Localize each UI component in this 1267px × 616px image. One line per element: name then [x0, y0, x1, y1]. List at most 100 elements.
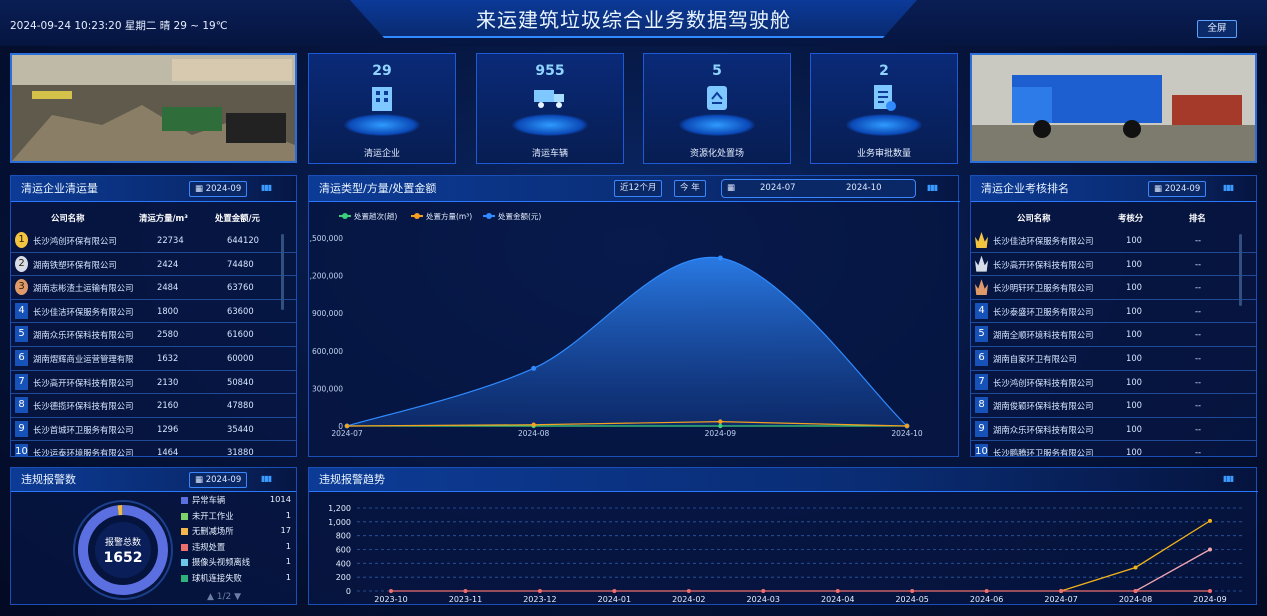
table-row[interactable]: 10 长沙鹏腾环卫服务有限公司 100 -- [971, 441, 1256, 456]
table-row[interactable]: 9 长沙首城环卫服务有限公司 1296 35440 [11, 418, 296, 442]
table-row[interactable]: 6 湖南自家环卫有限公司 100 -- [971, 347, 1256, 371]
data-point [1208, 518, 1212, 523]
this-year-button[interactable]: 今 年 [674, 180, 706, 197]
table-row[interactable]: 7 长沙鸿创环保科技有限公司 100 -- [971, 371, 1256, 395]
rank-badge: 5 [975, 326, 988, 343]
y-tick-label: 1,500,000 [309, 234, 343, 243]
table-row[interactable]: 5 湖南众乐环保科技有限公司 2580 61600 [11, 323, 296, 347]
enterprise-ranking-panel: 清运企业考核排名 ▦ 2024-09 ▮▮▮ 公司名称 考核分 排名 1 长沙佳洁… [970, 175, 1257, 457]
rank-badge: 4 [15, 302, 28, 319]
crown-icon: 2 [975, 255, 988, 272]
table-row[interactable]: 1 长沙佳洁环保服务有限公司 100 -- [971, 229, 1256, 253]
cell-rank: -- [1195, 423, 1202, 434]
legend-count: 1 [285, 556, 291, 566]
table-row[interactable]: 3 长沙明轩环卫服务有限公司 100 -- [971, 276, 1256, 300]
data-point [984, 589, 989, 593]
cell-score: 100 [1126, 423, 1142, 434]
cell-volume: 1464 [157, 447, 179, 457]
date-range-picker[interactable]: ▦ 2024-07 2024-10 [721, 179, 916, 198]
rank-badge: 7 [975, 373, 988, 390]
site-photo-right [970, 53, 1257, 163]
x-tick-label: 2024-08 [518, 429, 550, 438]
table-row[interactable]: 4 长沙泰盛环卫服务有限公司 100 -- [971, 300, 1256, 324]
table-row[interactable]: 8 长沙德揽环保科技有限公司 2160 47880 [11, 394, 296, 418]
data-point [1208, 547, 1212, 552]
x-tick-label: 2024-04 [821, 595, 854, 604]
data-point [717, 255, 723, 261]
page-up-icon[interactable]: ▲ [207, 592, 214, 602]
column-header-rank: 排名 [1189, 213, 1206, 223]
stat-card-vehicles[interactable]: 955 清运车辆 [476, 53, 624, 164]
trend-line [1060, 520, 1211, 592]
alarm-legend-item[interactable]: 违规处置 [181, 541, 225, 553]
table-row[interactable]: 2 长沙高开环保科技有限公司 100 -- [971, 253, 1256, 277]
cell-score: 100 [1126, 400, 1142, 411]
alarm-legend-item[interactable]: 球机连接失败 [181, 572, 242, 584]
cell-amount: 74480 [227, 258, 254, 269]
month-value: 2024-09 [205, 475, 242, 485]
legend-swatch [181, 543, 188, 551]
table-row[interactable]: 1 长沙鸿创环保有限公司 22734 644120 [11, 229, 296, 253]
data-point [761, 589, 766, 593]
data-point [718, 423, 723, 429]
stat-card-disposal-sites[interactable]: 5 资源化处置场 [643, 53, 791, 164]
table-scrollbar[interactable] [1239, 234, 1242, 306]
crown-icon: 3 [975, 279, 988, 296]
rank-badge: 4 [975, 302, 988, 319]
table-row[interactable]: 2 湖南铁塑环保有限公司 2424 74480 [11, 253, 296, 277]
table-row[interactable]: 10 长沙运泰环境服务有限公司 1464 31880 [11, 441, 296, 457]
cell-score: 100 [1126, 329, 1142, 340]
alarm-legend-item[interactable]: 未开工作业 [181, 510, 234, 522]
x-tick-label: 2023-11 [449, 595, 482, 604]
table-row[interactable]: 5 湖南全顺环境科技有限公司 100 -- [971, 323, 1256, 347]
month-picker[interactable]: ▦ 2024-09 [1148, 181, 1207, 197]
cell-company: 长沙首城环卫服务有限公司 [33, 424, 133, 435]
data-point [686, 589, 691, 593]
violation-alarm-panel: 违规报警数 ▦ 2024-09 ▮▮▮ 报警总数 1652 异常车辆 1014 未开… [10, 467, 297, 605]
rank-badge: 9 [15, 420, 28, 437]
panel-title: 清运企业考核排名 [971, 176, 1256, 202]
alarm-legend-item[interactable]: 无删减场所 [181, 525, 234, 537]
rank-badge: 5 [15, 326, 28, 343]
stat-value: 29 [372, 63, 392, 79]
table-row[interactable]: 9 湖南众乐环保科技有限公司 100 -- [971, 418, 1256, 442]
cell-volume: 2130 [157, 376, 179, 387]
rank-badge: 7 [15, 373, 28, 390]
alarm-legend-item[interactable]: 摄像头视频离线 [181, 556, 250, 568]
cell-amount: 31880 [227, 447, 254, 457]
cell-company: 湖南众乐环保科技有限公司 [993, 424, 1094, 435]
data-point [1133, 565, 1138, 570]
alarm-legend-item[interactable]: 异常车辆 [181, 494, 225, 506]
table-row[interactable]: 8 湖南俊颖环保科技有限公司 100 -- [971, 394, 1256, 418]
cell-volume: 2424 [157, 258, 179, 269]
stat-card-enterprises[interactable]: 29 清运企业 [308, 53, 456, 164]
data-point [531, 422, 536, 427]
panel-title: 清运企业清运量 [11, 176, 296, 202]
month-picker[interactable]: ▦ 2024-09 [189, 181, 248, 197]
column-header-score: 考核分 [1118, 213, 1144, 223]
date-from: 2024-07 [760, 183, 796, 193]
y-tick-label: 300,000 [312, 384, 343, 393]
last-12-months-button[interactable]: 近12个月 [614, 180, 663, 197]
month-picker[interactable]: ▦ 2024-09 [189, 472, 248, 488]
medal-icon: 2 [15, 255, 28, 272]
cell-score: 100 [1126, 305, 1142, 316]
cell-company: 长沙高开环保科技有限公司 [993, 259, 1094, 270]
table-row[interactable]: 3 湖南志彬渣土运输有限公司 2484 63760 [11, 276, 296, 300]
cell-rank: -- [1195, 353, 1202, 363]
table-row[interactable]: 6 湖南熠辉商业运营管理有限公司 1632 60000 [11, 347, 296, 371]
page-down-icon[interactable]: ▼ [234, 592, 241, 602]
table-row[interactable]: 7 长沙高开环保科技有限公司 2130 50840 [11, 371, 296, 395]
table-scrollbar[interactable] [281, 234, 284, 310]
legend-name: 违规处置 [192, 541, 226, 552]
legend-count: 1 [285, 571, 291, 582]
truck-icon [530, 80, 570, 116]
stat-card-approvals[interactable]: 2 业务审批数量 [810, 53, 958, 164]
x-tick-label: 2024-08 [1119, 595, 1152, 604]
cell-company: 湖南志彬渣土运输有限公司 [33, 283, 133, 294]
crown-icon: 1 [975, 232, 988, 248]
fullscreen-button[interactable]: 全屏 [1197, 20, 1237, 38]
y-tick-label: 1,000 [328, 518, 351, 527]
x-tick-label: 2024-03 [747, 595, 780, 604]
table-row[interactable]: 4 长沙佳洁环保服务有限公司 1800 63600 [11, 300, 296, 324]
